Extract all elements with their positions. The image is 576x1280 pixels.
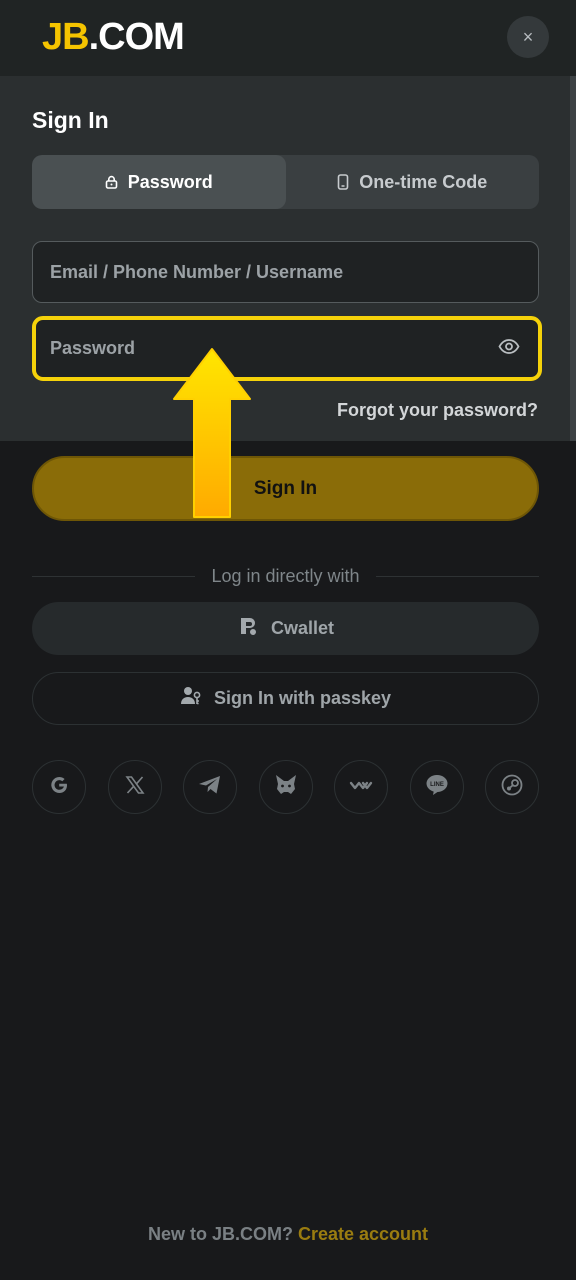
svg-text:LINE: LINE bbox=[430, 782, 444, 788]
logo-com: .COM bbox=[88, 16, 185, 58]
divider-line-left bbox=[32, 575, 196, 577]
tab-one-time-code[interactable]: One-time Code bbox=[286, 155, 540, 209]
walletconnect-login-button[interactable] bbox=[334, 760, 388, 814]
google-login-button[interactable] bbox=[32, 760, 86, 814]
eye-icon[interactable] bbox=[498, 338, 520, 359]
tab-password[interactable]: Password bbox=[32, 155, 286, 209]
steam-login-button[interactable] bbox=[485, 760, 539, 814]
sign-in-button[interactable]: Sign In bbox=[32, 456, 539, 521]
header: JB.COM × bbox=[0, 0, 576, 76]
alt-login-divider: Log in directly with bbox=[32, 565, 540, 587]
line-icon: LINE bbox=[425, 774, 449, 801]
phone-icon bbox=[337, 174, 349, 190]
google-icon bbox=[48, 774, 70, 801]
divider-line-right bbox=[375, 575, 540, 577]
cwallet-icon bbox=[237, 615, 259, 642]
passkey-label: Sign In with passkey bbox=[213, 688, 392, 708]
cwallet-label: Cwallet bbox=[270, 618, 335, 638]
signup-prompt-text: New to JB.COM? bbox=[147, 1224, 293, 1244]
password-field[interactable] bbox=[32, 316, 542, 381]
close-button[interactable]: × bbox=[507, 16, 549, 58]
metamask-login-button[interactable] bbox=[258, 760, 313, 814]
divider-label: Log in directly with bbox=[211, 565, 360, 586]
scrollbar[interactable] bbox=[570, 76, 576, 441]
email-input[interactable] bbox=[50, 261, 538, 283]
signin-page: JB.COM × Sign In Password One-time Code bbox=[0, 0, 576, 1280]
close-icon: × bbox=[522, 26, 534, 47]
cwallet-button[interactable]: Cwallet bbox=[32, 602, 539, 655]
passkey-icon bbox=[180, 685, 202, 712]
email-field[interactable] bbox=[32, 241, 539, 303]
line-login-button[interactable]: LINE bbox=[409, 760, 464, 814]
walletconnect-icon bbox=[349, 777, 373, 798]
telegram-icon bbox=[198, 774, 222, 801]
telegram-login-button[interactable] bbox=[183, 760, 237, 814]
signup-prompt: New to JB.COM? Create account bbox=[0, 1224, 576, 1245]
lock-icon bbox=[105, 175, 118, 189]
metamask-icon bbox=[274, 774, 298, 801]
social-login-row: LINE bbox=[32, 760, 539, 814]
x-icon bbox=[124, 775, 145, 800]
password-input[interactable] bbox=[50, 338, 538, 359]
tab-password-label: Password bbox=[127, 171, 213, 192]
create-account-link[interactable]: Create account bbox=[298, 1224, 428, 1244]
tab-one-time-code-label: One-time Code bbox=[359, 171, 488, 192]
steam-icon bbox=[501, 774, 523, 801]
x-login-button[interactable] bbox=[107, 760, 162, 814]
brand-logo: JB.COM bbox=[42, 16, 185, 58]
login-method-tabs: Password One-time Code bbox=[32, 155, 539, 209]
forgot-password-link[interactable]: Forgot your password? bbox=[337, 400, 538, 421]
logo-jb: JB bbox=[42, 16, 90, 58]
page-title: Sign In bbox=[32, 107, 109, 133]
passkey-button[interactable]: Sign In with passkey bbox=[32, 672, 539, 725]
